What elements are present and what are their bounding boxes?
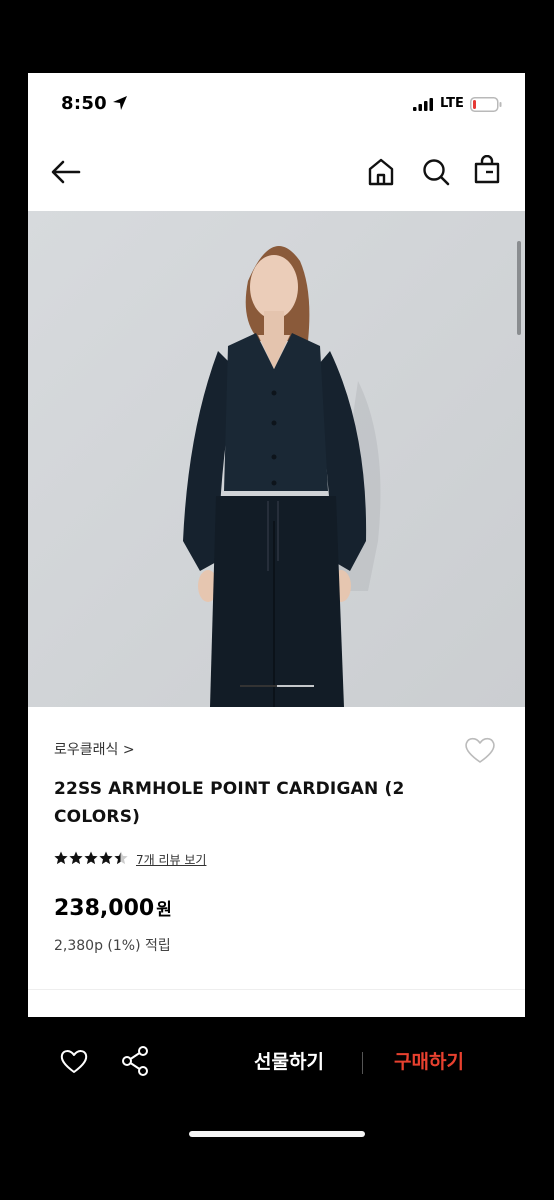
reward-points: 2,380p (1%) 적립 [54,938,171,954]
nav-bar [28,135,525,211]
bottom-action-bar: 선물하기 구매하기 [0,1017,554,1200]
image-scrollbar[interactable] [517,241,521,335]
signal-icon [413,98,433,111]
wishlist-heart-icon[interactable] [60,1047,88,1075]
image-pager-active [240,685,277,687]
price-currency: 원 [156,900,172,920]
product-image[interactable] [28,211,525,707]
app-screen: 8:50 LTE 로우클래식 > 22SS ARMHOLE POINT CARD… [28,73,525,1017]
section-divider [28,989,525,990]
status-time: 8:50 [61,93,107,114]
battery-icon [470,97,502,112]
gift-button[interactable]: 선물하기 [254,1047,324,1074]
price-value: 238,000 [54,896,155,921]
network-label: LTE [440,96,464,111]
review-link[interactable]: 7개 리뷰 보기 [136,851,206,868]
product-photo [28,211,525,707]
heart-icon[interactable] [464,735,496,765]
product-price: 238,000 원 [54,895,172,921]
brand-link[interactable]: 로우클래식 > [54,739,135,759]
home-indicator[interactable] [189,1131,365,1137]
back-arrow-icon[interactable] [50,157,82,187]
search-icon[interactable] [421,157,451,187]
product-info: 로우클래식 > 22SS ARMHOLE POINT CARDIGAN (2 C… [28,707,525,1017]
home-icon[interactable] [367,157,395,187]
star-rating-icon [54,851,128,865]
shopping-bag-icon[interactable] [473,155,501,185]
location-arrow-icon [113,96,127,110]
status-bar: 8:50 LTE [28,73,525,135]
product-title: 22SS ARMHOLE POINT CARDIGAN (2 COLORS) [54,779,405,827]
button-divider [362,1052,363,1074]
share-icon[interactable] [120,1045,150,1077]
buy-button[interactable]: 구매하기 [394,1047,464,1074]
